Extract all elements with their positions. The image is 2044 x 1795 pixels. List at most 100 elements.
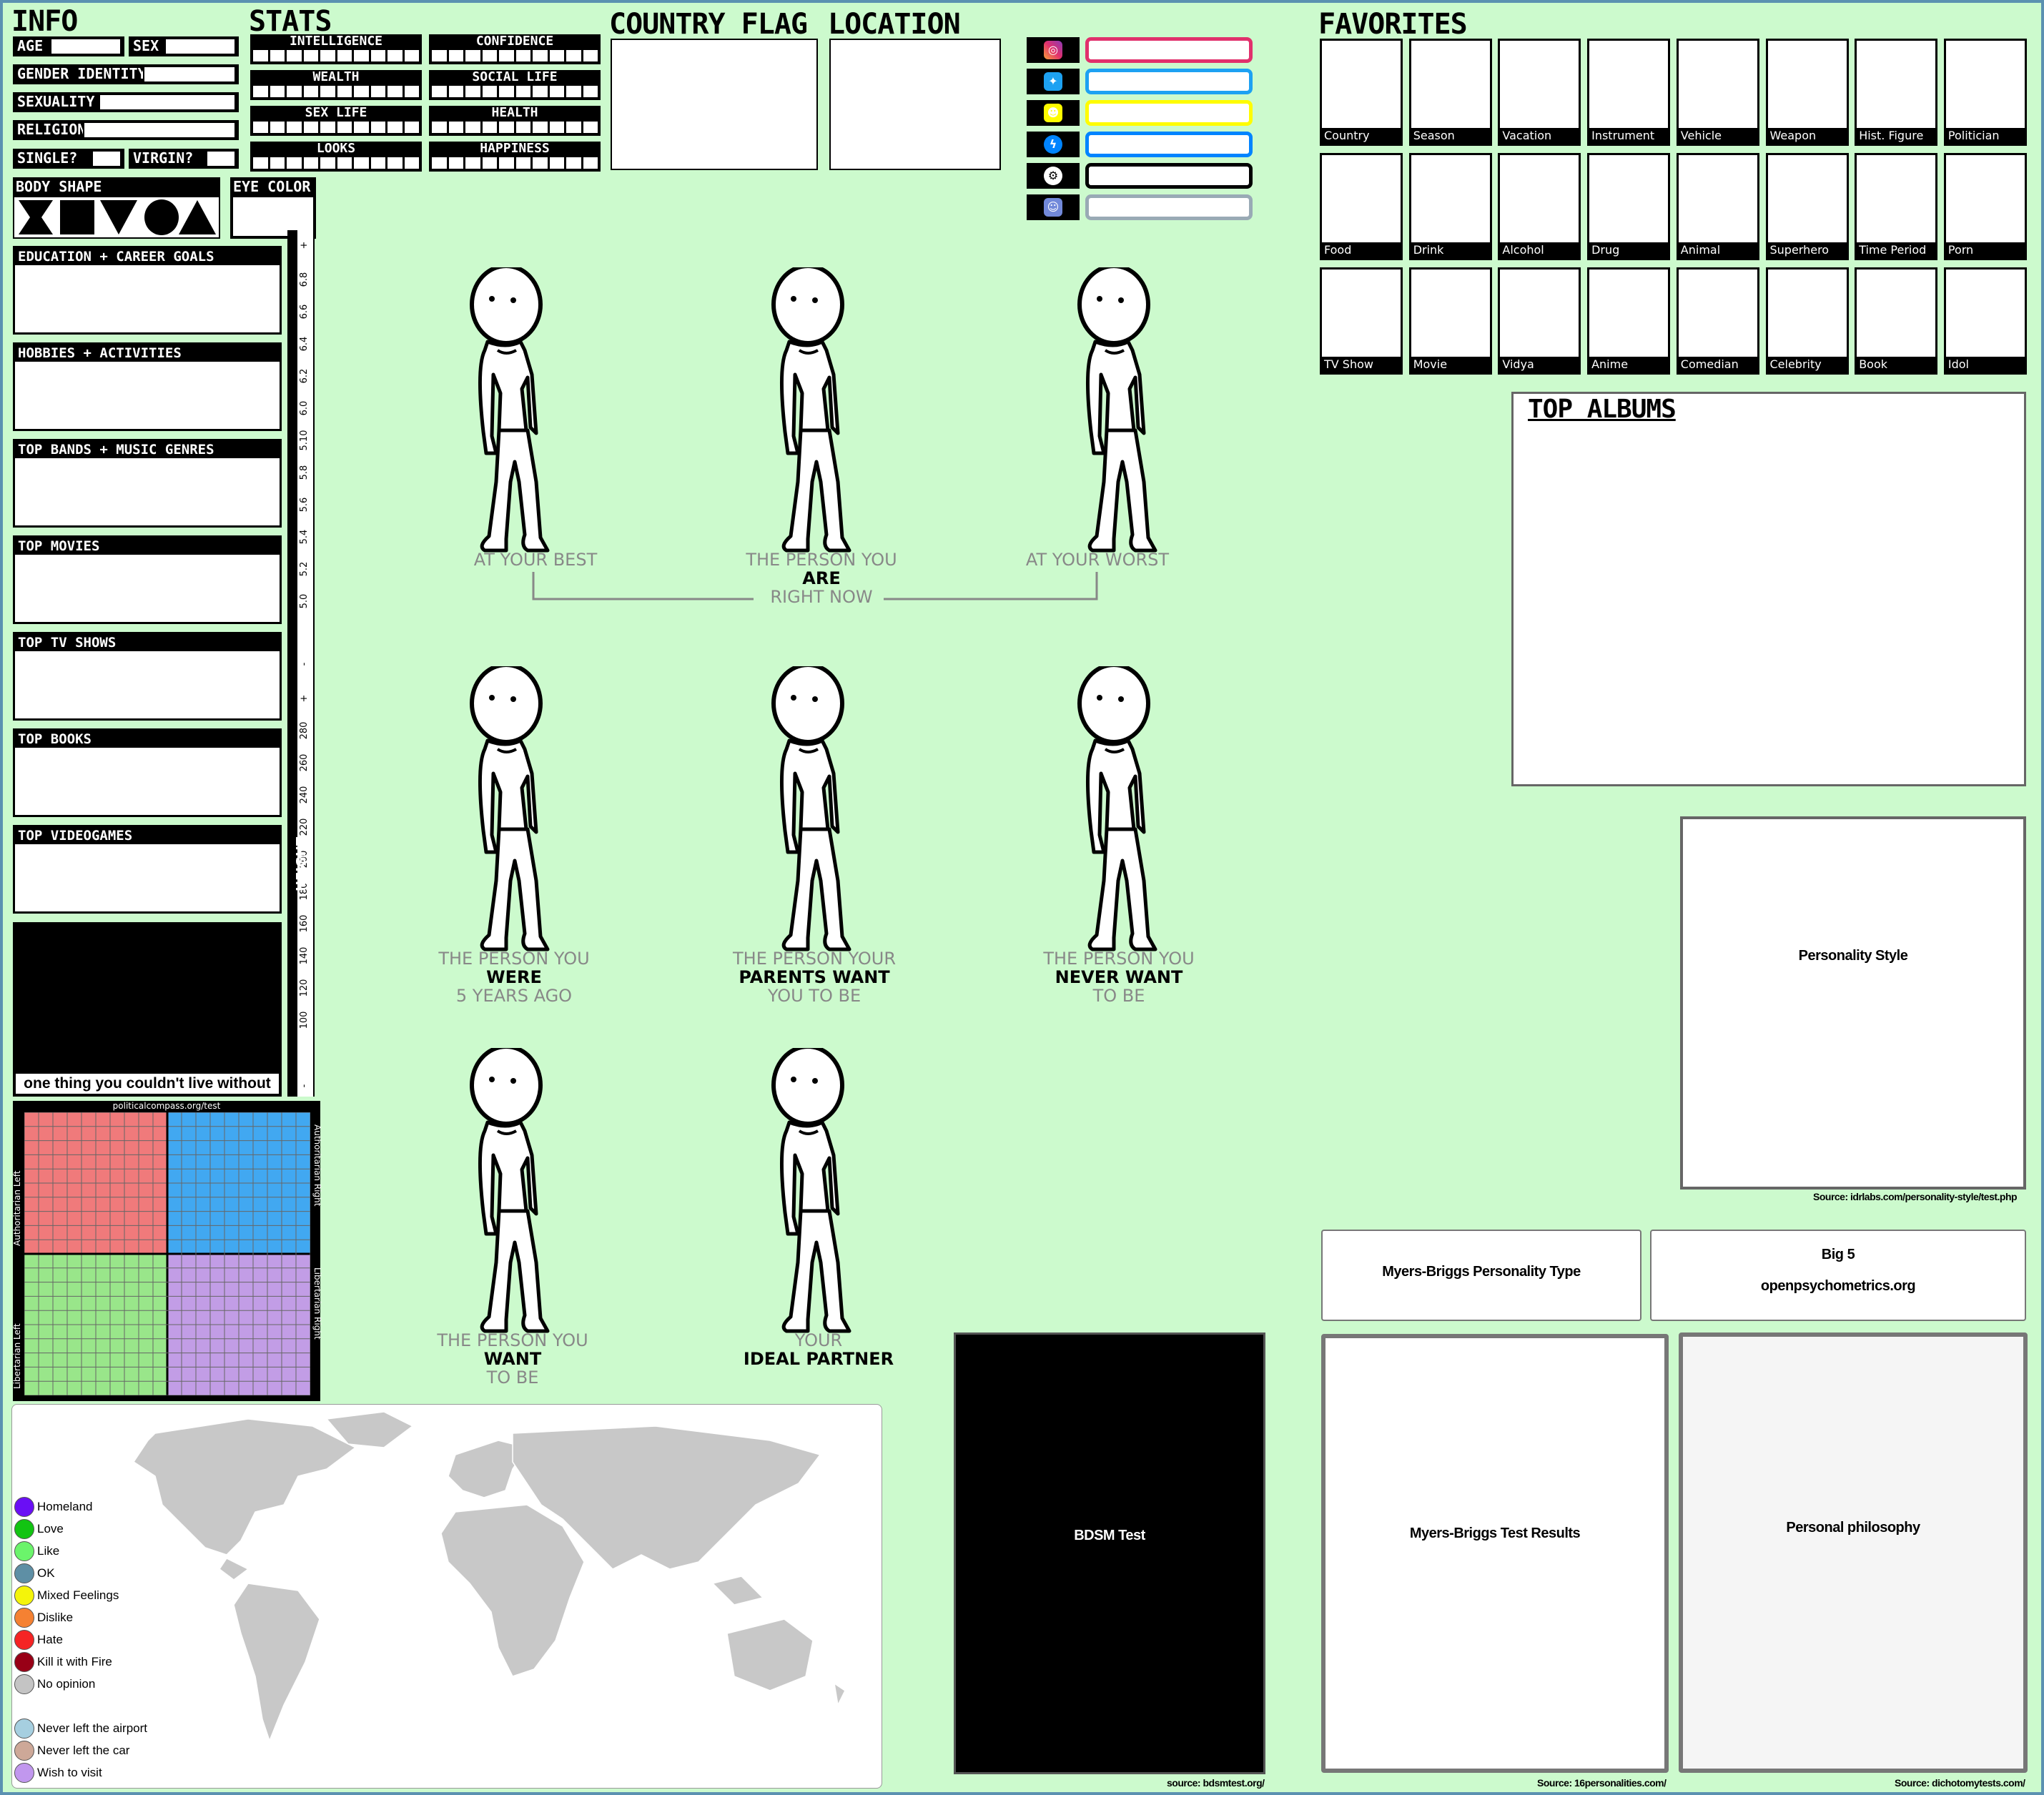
snapchat-field[interactable] xyxy=(1085,100,1253,126)
location-box[interactable] xyxy=(829,39,1001,170)
legend-swatch xyxy=(14,1719,34,1739)
stat-wealth[interactable]: WEALTH xyxy=(250,70,422,100)
legend-swatch xyxy=(14,1563,34,1583)
favorite-book[interactable]: Book xyxy=(1855,267,1938,375)
favorite-anime[interactable]: Anime xyxy=(1587,267,1671,375)
personality-style-box[interactable]: Personality Style xyxy=(1680,816,2026,1190)
favorite-animal[interactable]: Animal xyxy=(1676,153,1759,260)
body-shape-icons[interactable] xyxy=(13,196,220,239)
figure-person-you-are[interactable] xyxy=(765,267,854,553)
favorite-vidya[interactable]: Vidya xyxy=(1498,267,1581,375)
figure-ideal-partner[interactable] xyxy=(765,1048,854,1334)
favorite-time-period[interactable]: Time Period xyxy=(1855,153,1938,260)
favorite-vacation[interactable]: Vacation xyxy=(1498,39,1581,146)
virgin-field[interactable] xyxy=(206,150,236,167)
figure-at-your-best[interactable] xyxy=(463,267,552,553)
weight-tick: 100 xyxy=(299,1011,310,1029)
favorite-instrument[interactable]: Instrument xyxy=(1587,39,1671,146)
cant-live-without-panel[interactable]: one thing you couldn't live without xyxy=(13,922,282,1097)
top-videogames-section[interactable]: TOP VIDEOGAMES xyxy=(13,825,282,914)
height-label: HEIGHT xyxy=(294,836,309,891)
stat-social-life[interactable]: SOCIAL LIFE xyxy=(429,70,601,100)
stat-confidence[interactable]: CONFIDENCE xyxy=(429,34,601,64)
discord-field[interactable] xyxy=(1085,194,1253,220)
instagram-field[interactable] xyxy=(1085,37,1253,63)
legend-swatch xyxy=(14,1674,34,1694)
legend-item-never-left-the-car: Never left the car xyxy=(14,1741,129,1761)
steam-field[interactable] xyxy=(1085,163,1253,189)
top-albums-box[interactable]: TOP ALBUMS xyxy=(1511,392,2026,786)
stat-happiness[interactable]: HAPPINESS xyxy=(429,142,601,172)
figure-never-want[interactable] xyxy=(1071,666,1160,952)
compass-authoritarian-right: Authoritarian Right xyxy=(312,1124,322,1207)
favorite-label: Season xyxy=(1411,128,1490,144)
favorite-country[interactable]: Country xyxy=(1320,39,1403,146)
country-flag-box[interactable] xyxy=(611,39,818,170)
favorite-label: Food xyxy=(1322,242,1401,258)
favorite-label: Book xyxy=(1857,357,1936,372)
single-field[interactable] xyxy=(92,150,122,167)
legend-swatch xyxy=(14,1519,34,1539)
favorite-label: Superhero xyxy=(1767,242,1847,258)
messenger-field[interactable] xyxy=(1085,132,1253,157)
favorite-idol[interactable]: Idol xyxy=(1943,267,2027,375)
top-books-section[interactable]: TOP BOOKS xyxy=(13,728,282,817)
bdsm-test-box[interactable]: BDSM Test xyxy=(954,1332,1265,1774)
top-movies-section[interactable]: TOP MOVIES xyxy=(13,535,282,624)
body-shape-label: BODY SHAPE xyxy=(13,177,107,196)
figure-person-you-were[interactable] xyxy=(463,666,552,952)
mbti-type-box[interactable]: Myers-Briggs Personality Type xyxy=(1321,1230,1641,1321)
favorite-season[interactable]: Season xyxy=(1408,39,1492,146)
favorite-label: Time Period xyxy=(1857,242,1936,258)
sexuality-field[interactable] xyxy=(99,94,236,111)
favorite-politician[interactable]: Politician xyxy=(1943,39,2027,146)
stat-looks[interactable]: LOOKS xyxy=(250,142,422,172)
favorite-drink[interactable]: Drink xyxy=(1408,153,1492,260)
stat-label: SEX LIFE xyxy=(305,105,367,120)
favorite-alcohol[interactable]: Alcohol xyxy=(1498,153,1581,260)
favorite-label: Porn xyxy=(1945,242,2025,258)
religion-field[interactable] xyxy=(83,122,236,139)
stats-title: STATS xyxy=(249,5,332,38)
stat-health[interactable]: HEALTH xyxy=(429,106,601,136)
compass-source: politicalcompass.org/test xyxy=(112,1101,221,1111)
mbti-results-box[interactable]: Myers-Briggs Test Results xyxy=(1321,1334,1669,1773)
stat-intelligence[interactable]: INTELLIGENCE xyxy=(250,34,422,64)
snapchat-row: ☻ xyxy=(1027,100,1080,126)
figure-parents-want[interactable] xyxy=(765,666,854,952)
favorite-label: Weapon xyxy=(1767,128,1847,144)
favorite-tv-show[interactable]: TV Show xyxy=(1320,267,1403,375)
twitter-field[interactable] xyxy=(1085,69,1253,94)
sex-field[interactable] xyxy=(164,38,236,55)
section-label: TOP MOVIES xyxy=(15,538,280,555)
legend-swatch xyxy=(14,1763,34,1783)
personal-philosophy-box[interactable]: Personal philosophy xyxy=(1679,1332,2028,1773)
instagram-row: ◎ xyxy=(1027,37,1080,63)
favorite-label: Movie xyxy=(1411,357,1490,372)
favorite-vehicle[interactable]: Vehicle xyxy=(1676,39,1759,146)
age-field[interactable] xyxy=(50,38,122,55)
height-tick: 5.10 xyxy=(299,430,310,451)
favorite-comedian[interactable]: Comedian xyxy=(1676,267,1759,375)
hobbies-section[interactable]: HOBBIES + ACTIVITIES xyxy=(13,342,282,431)
favorite-movie[interactable]: Movie xyxy=(1408,267,1492,375)
favorite-superhero[interactable]: Superhero xyxy=(1765,153,1849,260)
compass-grid[interactable] xyxy=(24,1112,310,1395)
top-tv-shows-section[interactable]: TOP TV SHOWS xyxy=(13,632,282,721)
figure-want-to-be[interactable] xyxy=(463,1048,552,1334)
favorite-label: Comedian xyxy=(1678,357,1757,372)
favorite-weapon[interactable]: Weapon xyxy=(1765,39,1849,146)
top-bands-section[interactable]: TOP BANDS + MUSIC GENRES xyxy=(13,439,282,528)
stat-sex-life[interactable]: SEX LIFE xyxy=(250,106,422,136)
big5-box[interactable]: Big 5 openpsychometrics.org xyxy=(1650,1230,2026,1321)
favorite-porn[interactable]: Porn xyxy=(1943,153,2027,260)
personal-philosophy-source: Source: dichotomytests.com/ xyxy=(1895,1777,2025,1789)
favorite-drug[interactable]: Drug xyxy=(1587,153,1671,260)
education-section[interactable]: EDUCATION + CAREER GOALS xyxy=(13,246,282,335)
gender-field[interactable] xyxy=(143,66,236,83)
discord-icon: ☺ xyxy=(1044,198,1062,217)
figure-at-your-worst[interactable] xyxy=(1071,267,1160,553)
favorite-food[interactable]: Food xyxy=(1320,153,1403,260)
favorite-celebrity[interactable]: Celebrity xyxy=(1765,267,1849,375)
favorite-hist-figure[interactable]: Hist. Figure xyxy=(1855,39,1938,146)
